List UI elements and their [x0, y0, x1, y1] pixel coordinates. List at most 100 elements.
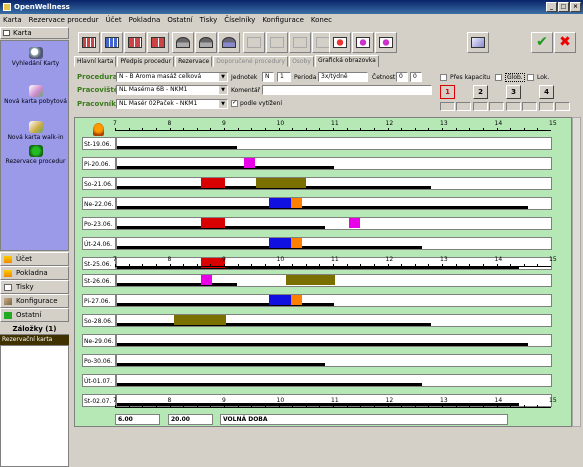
cetnost-field-a[interactable]: 0 — [396, 72, 408, 82]
reservation-block[interactable] — [174, 315, 226, 325]
reservation-block[interactable] — [291, 198, 303, 208]
menu-konec[interactable]: Konec — [311, 14, 332, 27]
glob-checkbox[interactable] — [495, 74, 502, 81]
menu-ciselniky[interactable]: Číselníky — [224, 14, 255, 27]
time-button-3[interactable]: 3 — [506, 85, 521, 99]
reservation-block[interactable] — [348, 218, 360, 228]
menu-konfigurace[interactable]: Konfigurace — [262, 14, 304, 27]
perioda-field[interactable]: 3x/týdně — [318, 72, 368, 82]
reservation-block[interactable] — [201, 275, 213, 285]
jednotek-unit-field[interactable]: N — [262, 72, 274, 82]
sidebar-header[interactable]: Karta — [0, 27, 69, 39]
podle-checkbox[interactable]: ✓ — [231, 99, 238, 107]
day-track[interactable] — [116, 197, 552, 210]
nav-konfigurace[interactable]: Konfigurace — [0, 294, 69, 308]
day-row[interactable]: Pi-20.06. — [82, 156, 552, 171]
tab-rezervace[interactable]: Rezervace — [175, 56, 213, 67]
reservation-block[interactable] — [291, 238, 303, 248]
settings-button[interactable] — [467, 32, 489, 53]
day-track[interactable] — [116, 374, 552, 387]
cancel-button[interactable]: ✖ — [554, 32, 576, 53]
menu-tisky[interactable]: Tisky — [200, 14, 218, 27]
close-button[interactable]: × — [570, 2, 581, 12]
tab-osoby[interactable]: Osoby — [289, 56, 314, 67]
person-button-2[interactable] — [195, 32, 217, 53]
nav-pokladna[interactable]: Pokladna — [0, 266, 69, 280]
day-track[interactable] — [116, 314, 552, 327]
time-button-1[interactable]: 1 — [440, 85, 455, 99]
day-row[interactable]: Ne-29.06. — [82, 333, 552, 348]
time-slot[interactable] — [555, 102, 570, 111]
schedule-button-2[interactable] — [352, 32, 374, 53]
bell-icon[interactable] — [93, 123, 104, 136]
day-row[interactable]: St-26.06. — [82, 273, 552, 288]
sidebar-item-vyhledani[interactable]: Vyhledání Karty — [1, 47, 70, 67]
day-track[interactable] — [116, 294, 552, 307]
reservation-block[interactable] — [268, 295, 292, 305]
day-row[interactable]: Út-24.06. — [82, 236, 552, 251]
disabled-button-1[interactable] — [243, 32, 265, 53]
sidebar-item-nova-pobytova[interactable]: Nová karta pobytová — [1, 85, 70, 105]
nav-ostatni[interactable]: Ostatní — [0, 308, 69, 322]
disabled-button-3[interactable] — [289, 32, 311, 53]
time-slot[interactable] — [522, 102, 537, 111]
schedule-button-1[interactable] — [329, 32, 351, 53]
reservation-block[interactable] — [268, 238, 292, 248]
schedule-button-3[interactable] — [375, 32, 397, 53]
reservation-block[interactable] — [291, 295, 303, 305]
time-button-2[interactable]: 2 — [473, 85, 488, 99]
time-slot[interactable] — [473, 102, 488, 111]
day-row[interactable]: St-19.06. — [82, 136, 552, 151]
jednotek-field[interactable]: 1 — [277, 72, 291, 82]
time-slot[interactable] — [456, 102, 471, 111]
reservation-block[interactable] — [268, 198, 292, 208]
day-row[interactable]: Út-01.07. — [82, 373, 552, 388]
menu-ucet[interactable]: Účet — [106, 14, 122, 27]
day-track[interactable] — [116, 177, 552, 190]
day-track[interactable] — [116, 157, 552, 170]
confirm-button[interactable]: ✔ — [531, 32, 553, 53]
reservation-block[interactable] — [255, 178, 307, 188]
day-row[interactable]: Po-30.06. — [82, 353, 552, 368]
nav-ucet[interactable]: Účet — [0, 252, 69, 266]
menu-ostatni[interactable]: Ostatní — [167, 14, 192, 27]
person-button-3[interactable] — [218, 32, 240, 53]
sidebar-item-nova-walkin[interactable]: Nová karta walk-in — [1, 121, 70, 141]
nav-tisky[interactable]: Tisky — [0, 280, 69, 294]
person-button-1[interactable] — [172, 32, 194, 53]
day-track[interactable] — [116, 137, 552, 150]
sidebar-item-rezervace[interactable]: Rezervace procedur — [1, 145, 70, 165]
menu-pokladna[interactable]: Pokladna — [129, 14, 161, 27]
tab-hlavni-karta[interactable]: Hlavní karta — [74, 56, 117, 67]
time-slot[interactable] — [440, 102, 455, 111]
tab-doporucene-procedury[interactable]: Doporučené procedury — [213, 56, 289, 67]
reservation-block[interactable] — [201, 218, 225, 228]
day-row[interactable]: Ne-22.06. — [82, 196, 552, 211]
day-track[interactable] — [116, 334, 552, 347]
day-row[interactable]: Pi-27.06. — [82, 293, 552, 308]
grid-view-button-3[interactable] — [124, 32, 146, 53]
grid-view-button-4[interactable] — [147, 32, 169, 53]
time-slot[interactable] — [489, 102, 504, 111]
komentar-field[interactable] — [262, 85, 432, 95]
menu-karta[interactable]: Karta — [3, 14, 22, 27]
reservation-block[interactable] — [285, 275, 335, 285]
time-button-4[interactable]: 4 — [539, 85, 554, 99]
bookmark-item[interactable]: Rezervační karta — [0, 335, 69, 345]
day-row[interactable]: So-28.06. — [82, 313, 552, 328]
pracovnik-select[interactable]: NL Masér 02Paček - NKM1 — [116, 99, 228, 109]
vertical-scrollbar[interactable] — [572, 117, 581, 427]
procedura-select[interactable]: N - B Aroma masáž celková — [116, 72, 228, 82]
maximize-button[interactable]: □ — [558, 2, 569, 12]
reservation-block[interactable] — [243, 158, 255, 168]
pracoviste-select[interactable]: NL Masérna 6B - NKM1 — [116, 85, 228, 95]
day-track[interactable] — [116, 274, 552, 287]
reservation-block[interactable] — [201, 178, 225, 188]
day-row[interactable]: Po-23.06. — [82, 216, 552, 231]
pres-kapacitu-checkbox[interactable] — [440, 74, 447, 81]
minimize-button[interactable]: _ — [546, 2, 557, 12]
time-slot[interactable] — [506, 102, 521, 111]
grid-view-button-1[interactable] — [78, 32, 100, 53]
day-track[interactable] — [116, 354, 552, 367]
tab-predpis-procedur[interactable]: Předpis procedur — [117, 56, 175, 67]
